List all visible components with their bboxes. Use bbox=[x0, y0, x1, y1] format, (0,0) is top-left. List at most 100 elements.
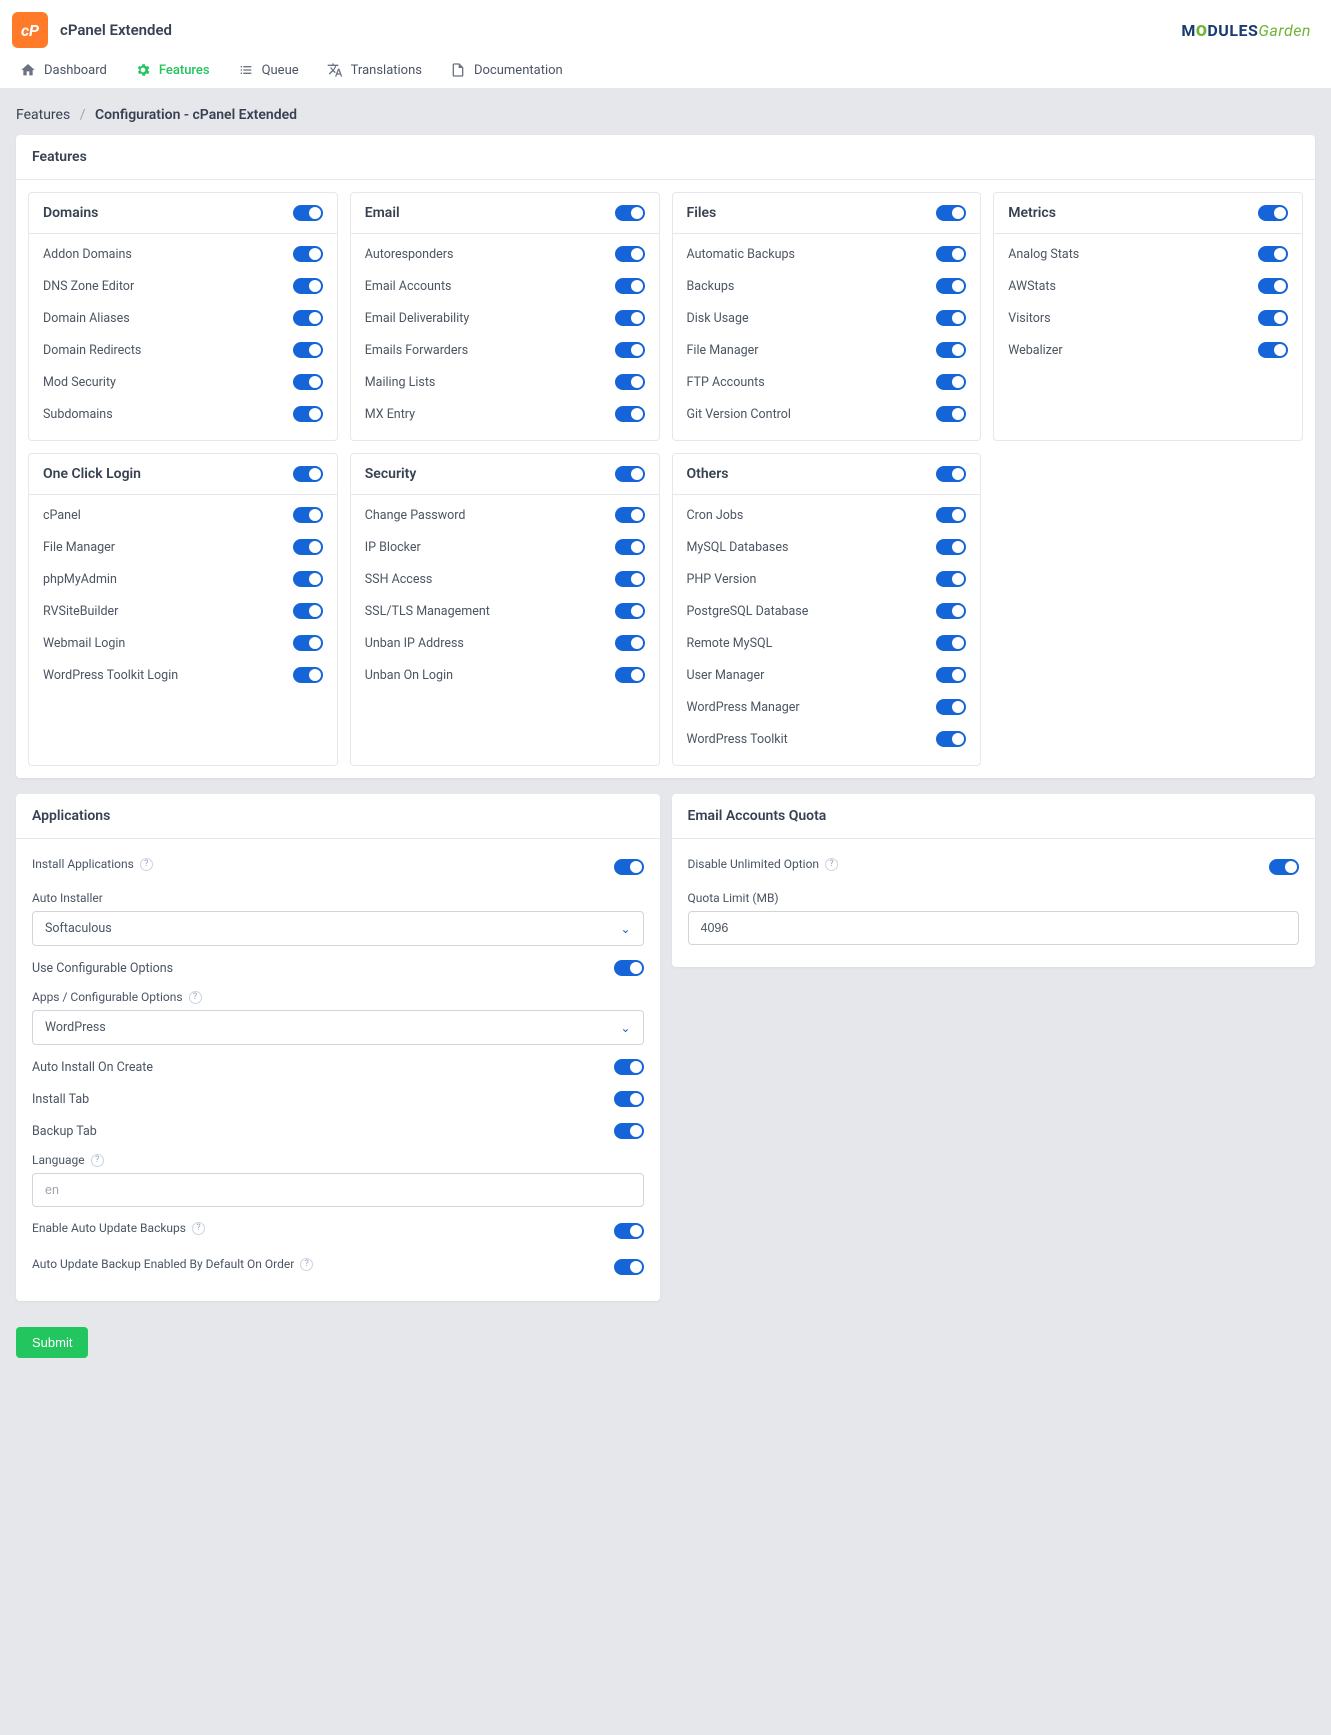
feature-group-toggle[interactable] bbox=[293, 205, 323, 221]
cpanel-logo-icon: cP bbox=[12, 12, 48, 48]
feature-item-toggle[interactable] bbox=[615, 571, 645, 587]
feature-item-toggle[interactable] bbox=[293, 539, 323, 555]
feature-item-toggle[interactable] bbox=[615, 635, 645, 651]
install-applications-toggle[interactable] bbox=[614, 859, 644, 875]
feature-item-toggle[interactable] bbox=[936, 539, 966, 555]
feature-item: Remote MySQL bbox=[687, 627, 967, 659]
feature-group-toggle[interactable] bbox=[615, 205, 645, 221]
feature-item-toggle[interactable] bbox=[936, 635, 966, 651]
breadcrumb-root[interactable]: Features bbox=[16, 107, 70, 123]
feature-item-toggle[interactable] bbox=[936, 667, 966, 683]
feature-item-toggle[interactable] bbox=[615, 507, 645, 523]
feature-group-toggle[interactable] bbox=[936, 466, 966, 482]
feature-group-toggle[interactable] bbox=[293, 466, 323, 482]
feature-item-toggle[interactable] bbox=[936, 699, 966, 715]
feature-item-toggle[interactable] bbox=[293, 278, 323, 294]
feature-item-toggle[interactable] bbox=[615, 374, 645, 390]
feature-item: Mod Security bbox=[43, 366, 323, 398]
install-tab-toggle[interactable] bbox=[614, 1091, 644, 1107]
feature-card-title: Metrics bbox=[1008, 205, 1056, 221]
feature-item-toggle[interactable] bbox=[1258, 246, 1288, 262]
feature-item-toggle[interactable] bbox=[615, 539, 645, 555]
tab-features[interactable]: Features bbox=[135, 62, 210, 78]
feature-item-toggle[interactable] bbox=[293, 571, 323, 587]
submit-button[interactable]: Submit bbox=[16, 1327, 88, 1358]
feature-item-label: Unban IP Address bbox=[365, 636, 464, 651]
feature-item-label: WordPress Toolkit bbox=[687, 732, 788, 747]
feature-item-toggle[interactable] bbox=[936, 374, 966, 390]
feature-item-toggle[interactable] bbox=[1258, 342, 1288, 358]
feature-item: Mailing Lists bbox=[365, 366, 645, 398]
feature-item-toggle[interactable] bbox=[1258, 278, 1288, 294]
help-icon[interactable]: ? bbox=[91, 1154, 104, 1167]
feature-item-toggle[interactable] bbox=[615, 603, 645, 619]
feature-item-toggle[interactable] bbox=[293, 246, 323, 262]
tab-dashboard[interactable]: Dashboard bbox=[20, 62, 107, 78]
language-input[interactable] bbox=[32, 1173, 644, 1207]
tab-queue[interactable]: Queue bbox=[238, 62, 299, 78]
feature-item-toggle[interactable] bbox=[293, 667, 323, 683]
feature-item-toggle[interactable] bbox=[936, 571, 966, 587]
feature-item: SSH Access bbox=[365, 563, 645, 595]
auto-installer-select[interactable]: Softaculous ⌄ bbox=[32, 911, 644, 946]
feature-item-toggle[interactable] bbox=[936, 406, 966, 422]
feature-item-toggle[interactable] bbox=[293, 635, 323, 651]
auto-install-create-toggle[interactable] bbox=[614, 1059, 644, 1075]
feature-card: FilesAutomatic BackupsBackupsDisk UsageF… bbox=[672, 192, 982, 441]
feature-item-toggle[interactable] bbox=[293, 507, 323, 523]
help-icon[interactable]: ? bbox=[189, 991, 202, 1004]
feature-item-label: PHP Version bbox=[687, 572, 757, 587]
feature-item: cPanel bbox=[43, 499, 323, 531]
quota-limit-input[interactable] bbox=[688, 911, 1300, 945]
feature-item-toggle[interactable] bbox=[293, 342, 323, 358]
feature-item-toggle[interactable] bbox=[615, 667, 645, 683]
feature-card-title: Files bbox=[687, 205, 717, 221]
feature-card-title: One Click Login bbox=[43, 466, 141, 482]
feature-item-label: AWStats bbox=[1008, 279, 1056, 294]
feature-item-toggle[interactable] bbox=[936, 342, 966, 358]
feature-item-toggle[interactable] bbox=[936, 507, 966, 523]
feature-item: Webmail Login bbox=[43, 627, 323, 659]
feature-item-toggle[interactable] bbox=[1258, 310, 1288, 326]
disable-unlimited-toggle[interactable] bbox=[1269, 859, 1299, 875]
enable-auto-update-label: Enable Auto Update Backups bbox=[32, 1221, 186, 1235]
feature-item-toggle[interactable] bbox=[615, 342, 645, 358]
feature-item-toggle[interactable] bbox=[615, 246, 645, 262]
feature-item-label: Emails Forwarders bbox=[365, 343, 468, 358]
feature-item: FTP Accounts bbox=[687, 366, 967, 398]
feature-item-toggle[interactable] bbox=[936, 603, 966, 619]
feature-group-toggle[interactable] bbox=[936, 205, 966, 221]
feature-group-toggle[interactable] bbox=[615, 466, 645, 482]
use-configurable-toggle[interactable] bbox=[614, 960, 644, 976]
tab-documentation[interactable]: Documentation bbox=[450, 62, 563, 78]
feature-item-toggle[interactable] bbox=[936, 731, 966, 747]
tab-translations[interactable]: Translations bbox=[327, 62, 422, 78]
feature-item-label: Webmail Login bbox=[43, 636, 125, 651]
auto-install-create-label: Auto Install On Create bbox=[32, 1060, 153, 1075]
applications-panel: Applications Install Applications? Auto … bbox=[16, 794, 660, 1301]
feature-item-label: Mod Security bbox=[43, 375, 116, 390]
feature-item-toggle[interactable] bbox=[293, 310, 323, 326]
apps-config-select[interactable]: WordPress ⌄ bbox=[32, 1010, 644, 1045]
header: cP cPanel Extended MODULESGarden bbox=[0, 0, 1331, 48]
feature-item-toggle[interactable] bbox=[615, 278, 645, 294]
feature-item-toggle[interactable] bbox=[936, 278, 966, 294]
feature-item-toggle[interactable] bbox=[936, 310, 966, 326]
feature-item-toggle[interactable] bbox=[293, 406, 323, 422]
feature-group-toggle[interactable] bbox=[1258, 205, 1288, 221]
help-icon[interactable]: ? bbox=[140, 858, 153, 871]
help-icon[interactable]: ? bbox=[825, 858, 838, 871]
help-icon[interactable]: ? bbox=[300, 1258, 313, 1271]
feature-item-toggle[interactable] bbox=[615, 310, 645, 326]
auto-update-default-toggle[interactable] bbox=[614, 1259, 644, 1275]
feature-item-toggle[interactable] bbox=[936, 246, 966, 262]
backup-tab-toggle[interactable] bbox=[614, 1123, 644, 1139]
feature-item-toggle[interactable] bbox=[293, 603, 323, 619]
feature-item-toggle[interactable] bbox=[293, 374, 323, 390]
help-icon[interactable]: ? bbox=[192, 1222, 205, 1235]
enable-auto-update-toggle[interactable] bbox=[614, 1223, 644, 1239]
feature-item-toggle[interactable] bbox=[615, 406, 645, 422]
feature-item: Automatic Backups bbox=[687, 238, 967, 270]
feature-card: DomainsAddon DomainsDNS Zone EditorDomai… bbox=[28, 192, 338, 441]
feature-item: Emails Forwarders bbox=[365, 334, 645, 366]
